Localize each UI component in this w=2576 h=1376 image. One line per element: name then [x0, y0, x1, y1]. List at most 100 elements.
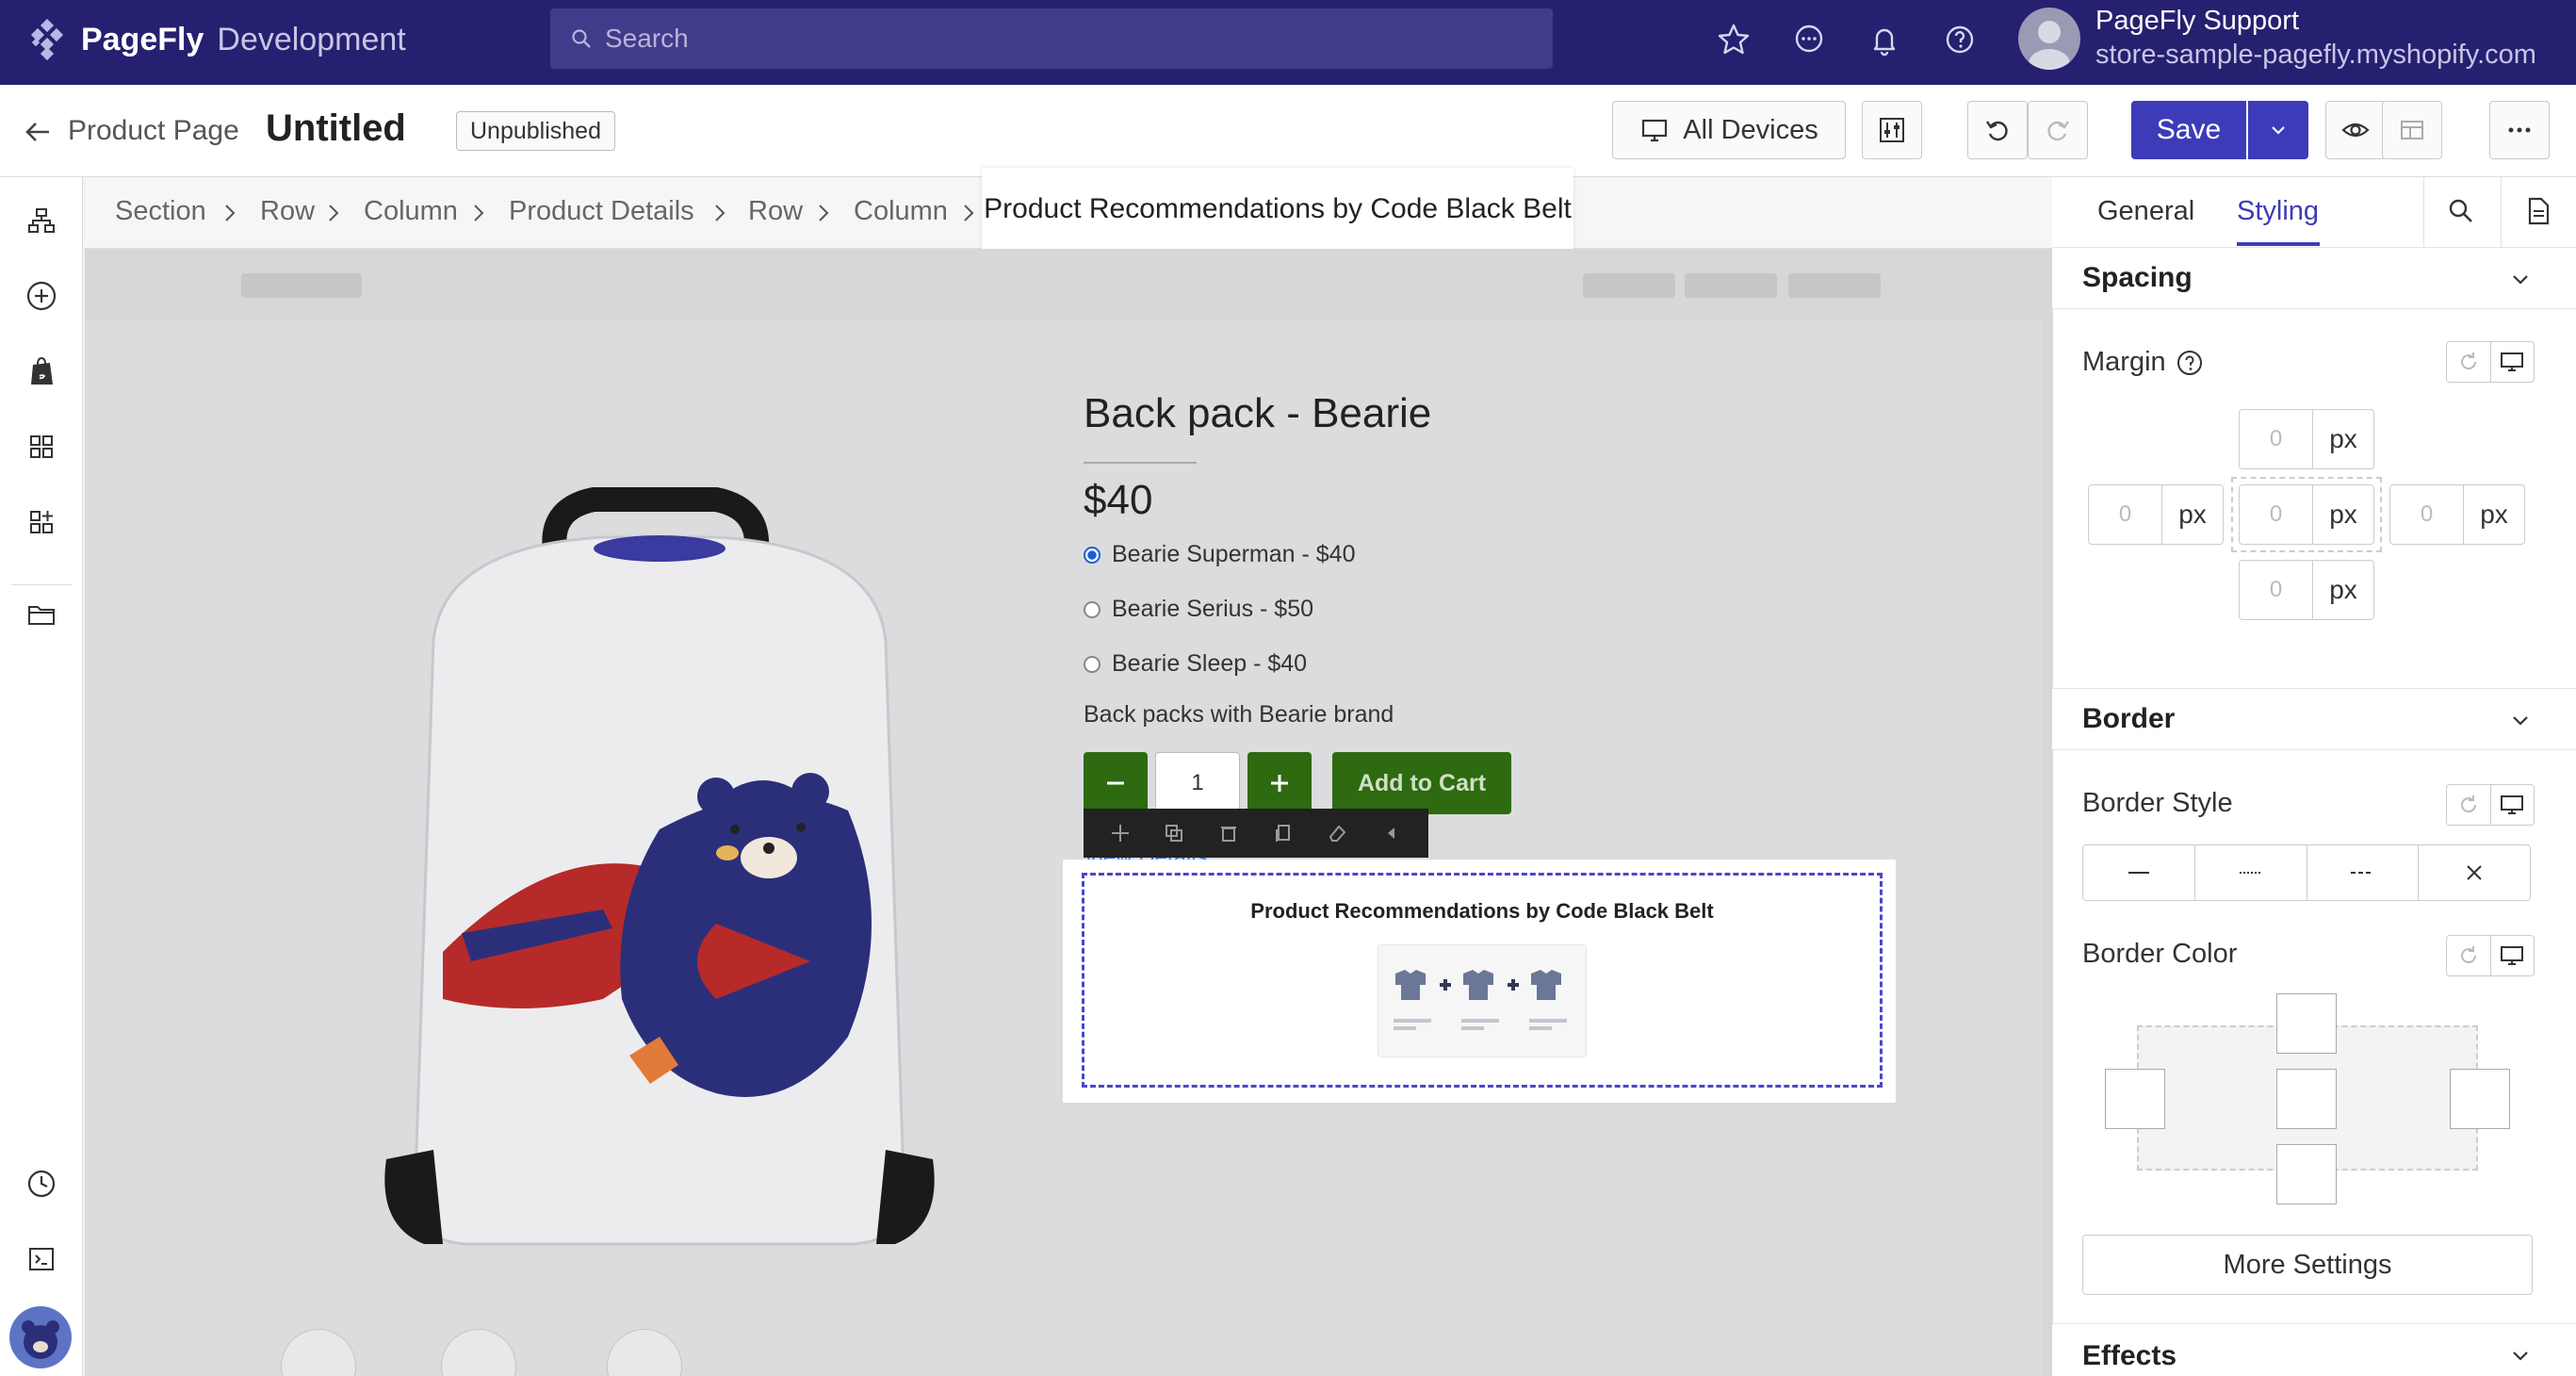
- border-dotted-option[interactable]: [2193, 845, 2307, 900]
- trash-icon[interactable]: [1218, 823, 1239, 844]
- placeholder-bar: [1583, 273, 1675, 298]
- brand-suffix: Development: [217, 21, 406, 57]
- help-icon[interactable]: [1941, 21, 1979, 58]
- user-name[interactable]: PageFly Support: [2095, 6, 2299, 37]
- settings-sliders-button[interactable]: [1862, 101, 1922, 159]
- star-icon[interactable]: [1715, 21, 1753, 58]
- margin-label: Margin: [2082, 347, 2166, 377]
- border-left-color-swatch[interactable]: [2105, 1069, 2165, 1129]
- quantity-input[interactable]: 1: [1155, 752, 1240, 814]
- code-icon[interactable]: [21, 1238, 62, 1280]
- more-options-button[interactable]: [2489, 101, 2550, 159]
- chevron-down-icon[interactable]: [2506, 707, 2535, 735]
- redo-button[interactable]: [2028, 101, 2088, 159]
- search-placeholder: Search: [605, 24, 689, 53]
- add-to-cart-button[interactable]: Add to Cart: [1332, 752, 1511, 814]
- collapse-left-icon[interactable]: [1381, 823, 1402, 844]
- history-icon[interactable]: [21, 1163, 62, 1204]
- breadcrumb-item[interactable]: Column: [364, 196, 458, 227]
- chat-icon[interactable]: [1790, 21, 1828, 58]
- border-none-option[interactable]: [2418, 845, 2530, 900]
- page-title[interactable]: Untitled: [266, 107, 406, 150]
- margin-right-input[interactable]: 0 px: [2389, 484, 2525, 545]
- search-input[interactable]: Search: [550, 8, 1553, 69]
- breadcrumb-item[interactable]: Row: [748, 196, 803, 227]
- breadcrumb-active-item[interactable]: Product Recommendations by Code Black Be…: [982, 168, 1573, 251]
- preview-button[interactable]: [2325, 101, 2386, 159]
- undo-button[interactable]: [1967, 101, 2028, 159]
- quantity-increase-button[interactable]: [1247, 752, 1312, 814]
- margin-bottom-input[interactable]: 0 px: [2239, 560, 2374, 620]
- duplicate-icon[interactable]: [1164, 823, 1184, 844]
- variant-option[interactable]: Bearie Sleep - $40: [1084, 650, 1307, 678]
- more-settings-button[interactable]: More Settings: [2082, 1235, 2533, 1295]
- chevron-down-icon[interactable]: [2506, 266, 2535, 294]
- pagefly-logo-icon: [26, 19, 68, 60]
- tab-general[interactable]: General: [2097, 196, 2194, 227]
- desktop-icon[interactable]: [2489, 936, 2535, 975]
- variant-label: Bearie Superman - $40: [1112, 541, 1356, 567]
- desktop-icon[interactable]: [2489, 342, 2535, 382]
- variant-option[interactable]: Bearie Superman - $40: [1084, 541, 1355, 568]
- undo-icon: [1983, 116, 2012, 144]
- help-icon[interactable]: [2176, 349, 2204, 377]
- save-button[interactable]: Save: [2131, 101, 2246, 159]
- status-badge: Unpublished: [456, 111, 615, 151]
- tab-styling[interactable]: Styling: [2237, 196, 2319, 227]
- search-icon[interactable]: [2446, 196, 2476, 226]
- border-color-reset-device-group: [2446, 935, 2535, 976]
- variant-option[interactable]: Bearie Serius - $50: [1084, 596, 1313, 623]
- eraser-icon[interactable]: [1327, 823, 1347, 844]
- more-icon: [2504, 115, 2535, 145]
- breadcrumb-item[interactable]: Product Details: [509, 196, 694, 227]
- quantity-decrease-button[interactable]: [1084, 752, 1148, 814]
- reset-icon[interactable]: [2447, 342, 2490, 382]
- border-bottom-color-swatch[interactable]: [2276, 1144, 2337, 1204]
- border-dashed-option[interactable]: [2306, 845, 2419, 900]
- breadcrumb-item[interactable]: Row: [260, 196, 315, 227]
- border-top-color-swatch[interactable]: [2276, 993, 2337, 1054]
- radio[interactable]: [1084, 600, 1101, 618]
- margin-all-input[interactable]: 0 px: [2239, 484, 2374, 545]
- add-element-icon[interactable]: [21, 275, 62, 317]
- left-toolbar: [0, 177, 83, 1376]
- product-image[interactable]: [320, 434, 999, 1282]
- brand-name: PageFly: [81, 21, 204, 57]
- folder-icon[interactable]: [21, 594, 62, 635]
- copy-icon[interactable]: [1273, 823, 1294, 844]
- radio-selected[interactable]: [1084, 546, 1101, 564]
- chevron-right-icon: [957, 202, 980, 224]
- border-right-color-swatch[interactable]: [2450, 1069, 2510, 1129]
- sections-icon[interactable]: [21, 426, 62, 467]
- apps-icon[interactable]: [21, 501, 62, 543]
- reset-icon[interactable]: [2447, 936, 2490, 975]
- brand-logo[interactable]: PageFly Development: [26, 19, 406, 60]
- document-icon[interactable]: [2523, 196, 2553, 226]
- back-arrow-icon[interactable]: [21, 115, 55, 149]
- radio[interactable]: [1084, 655, 1101, 673]
- user-store[interactable]: store-sample-pagefly.myshopify.com: [2095, 40, 2536, 71]
- desktop-icon[interactable]: [2489, 785, 2535, 825]
- margin-left-input[interactable]: 0 px: [2088, 484, 2224, 545]
- move-icon[interactable]: [1110, 823, 1131, 844]
- border-all-color-swatch[interactable]: [2276, 1069, 2337, 1129]
- recommendations-title: Product Recommendations by Code Black Be…: [1250, 899, 1714, 923]
- support-avatar[interactable]: [9, 1306, 72, 1368]
- chevron-down-icon[interactable]: [2506, 1342, 2535, 1370]
- border-style-label: Border Style: [2082, 788, 2233, 818]
- breadcrumb-item[interactable]: Column: [854, 196, 948, 227]
- layers-icon[interactable]: [21, 200, 62, 241]
- reset-icon[interactable]: [2447, 785, 2490, 825]
- bell-icon[interactable]: [1866, 21, 1903, 58]
- back-link[interactable]: Product Page: [68, 115, 239, 147]
- margin-top-input[interactable]: 0 px: [2239, 409, 2374, 469]
- layout-button[interactable]: [2382, 101, 2442, 159]
- save-options-button[interactable]: [2248, 101, 2308, 159]
- chevron-down-icon: [2268, 120, 2289, 140]
- breadcrumb-item[interactable]: Section: [115, 196, 206, 227]
- shopify-icon[interactable]: [21, 351, 62, 392]
- chevron-right-icon: [812, 202, 835, 224]
- avatar[interactable]: [2018, 8, 2080, 70]
- all-devices-button[interactable]: All Devices: [1612, 101, 1846, 159]
- border-solid-option[interactable]: [2083, 845, 2194, 900]
